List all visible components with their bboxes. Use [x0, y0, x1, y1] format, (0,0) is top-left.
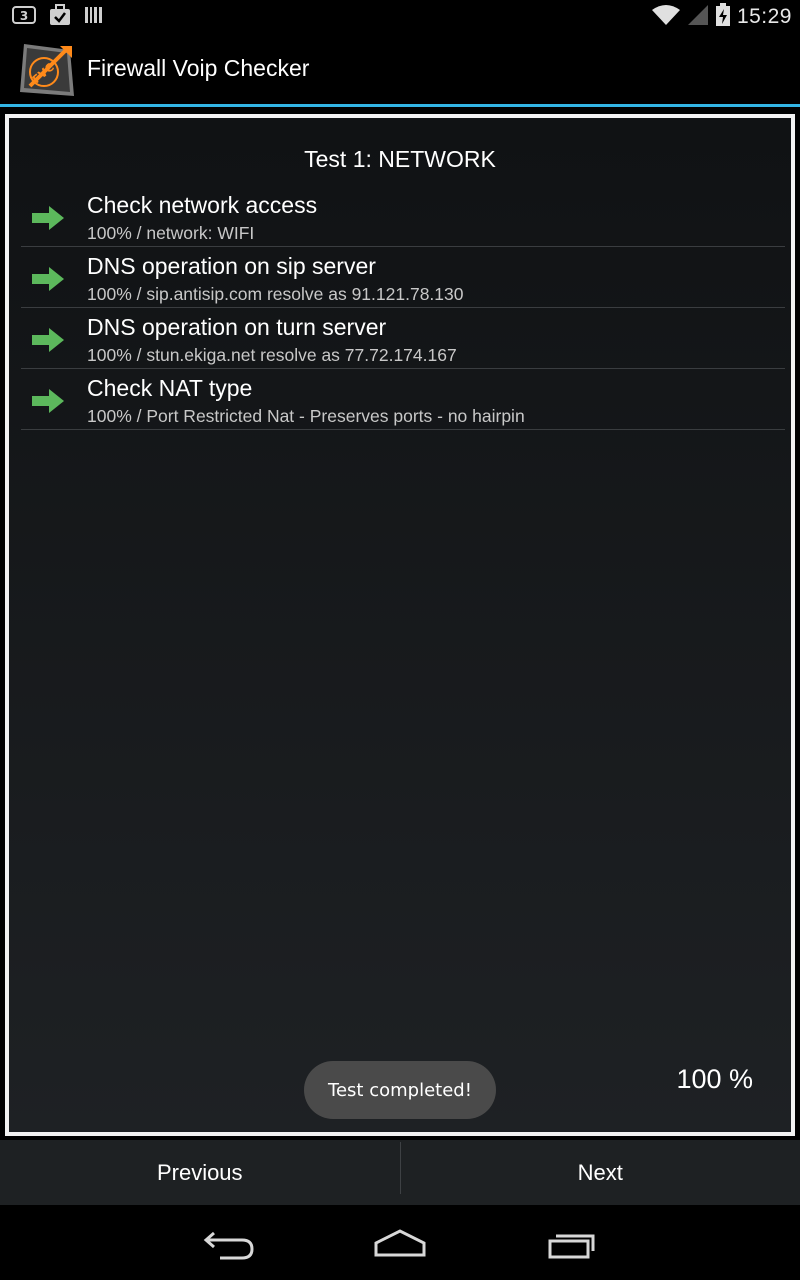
test-panel: Test 1: NETWORK Check network access 100… — [5, 114, 795, 1136]
button-bar: Previous Next — [0, 1140, 800, 1205]
battery-charging-icon — [715, 2, 731, 32]
test-list: Check network access 100% / network: WIF… — [21, 186, 785, 430]
recent-apps-icon[interactable] — [542, 1227, 602, 1263]
toast-message: Test completed! — [304, 1061, 496, 1119]
svg-text:3: 3 — [20, 9, 28, 23]
status-time: 15:29 — [736, 5, 792, 28]
next-button[interactable]: Next — [401, 1140, 800, 1205]
test-name: Check network access — [87, 192, 318, 218]
test-detail: 100% / sip.antisip.com resolve as 91.121… — [87, 284, 464, 304]
back-icon[interactable] — [200, 1227, 260, 1263]
test-name: DNS operation on sip server — [87, 253, 376, 279]
progress-label: 100 % — [676, 1064, 753, 1094]
action-bar-divider — [0, 104, 800, 107]
test-name: DNS operation on turn server — [87, 314, 387, 340]
test-name: Check NAT type — [87, 375, 253, 401]
list-item[interactable]: Check NAT type 100% / Port Restricted Na… — [21, 369, 785, 430]
arrow-right-icon — [32, 206, 64, 230]
status-bar: 3 15:29 — [0, 0, 800, 33]
carrier-3-icon: 3 — [12, 5, 36, 30]
briefcase-check-icon — [48, 3, 72, 31]
status-notifications: 3 — [12, 3, 104, 31]
list-item[interactable]: DNS operation on turn server 100% / stun… — [21, 308, 785, 369]
test-title: Test 1: NETWORK — [304, 146, 496, 172]
wifi-icon — [651, 4, 681, 31]
system-nav-bar — [0, 1205, 800, 1280]
arrow-right-icon — [32, 328, 64, 352]
signal-icon — [687, 4, 709, 31]
action-bar: FVC Firewall Voip Checker — [0, 33, 800, 105]
arrow-right-icon — [32, 389, 64, 413]
barcode-icon — [84, 5, 104, 30]
previous-button[interactable]: Previous — [0, 1140, 400, 1205]
test-detail: 100% / network: WIFI — [87, 223, 255, 243]
app-title: Firewall Voip Checker — [87, 55, 310, 81]
test-detail: 100% / stun.ekiga.net resolve as 77.72.1… — [87, 345, 457, 365]
app-logo[interactable]: FVC — [18, 40, 78, 100]
arrow-right-icon — [32, 267, 64, 291]
home-icon[interactable] — [370, 1227, 430, 1263]
list-item[interactable]: Check network access 100% / network: WIF… — [21, 186, 785, 247]
status-system: 15:29 — [651, 2, 792, 32]
test-detail: 100% / Port Restricted Nat - Preserves p… — [87, 406, 525, 426]
list-item[interactable]: DNS operation on sip server 100% / sip.a… — [21, 247, 785, 308]
